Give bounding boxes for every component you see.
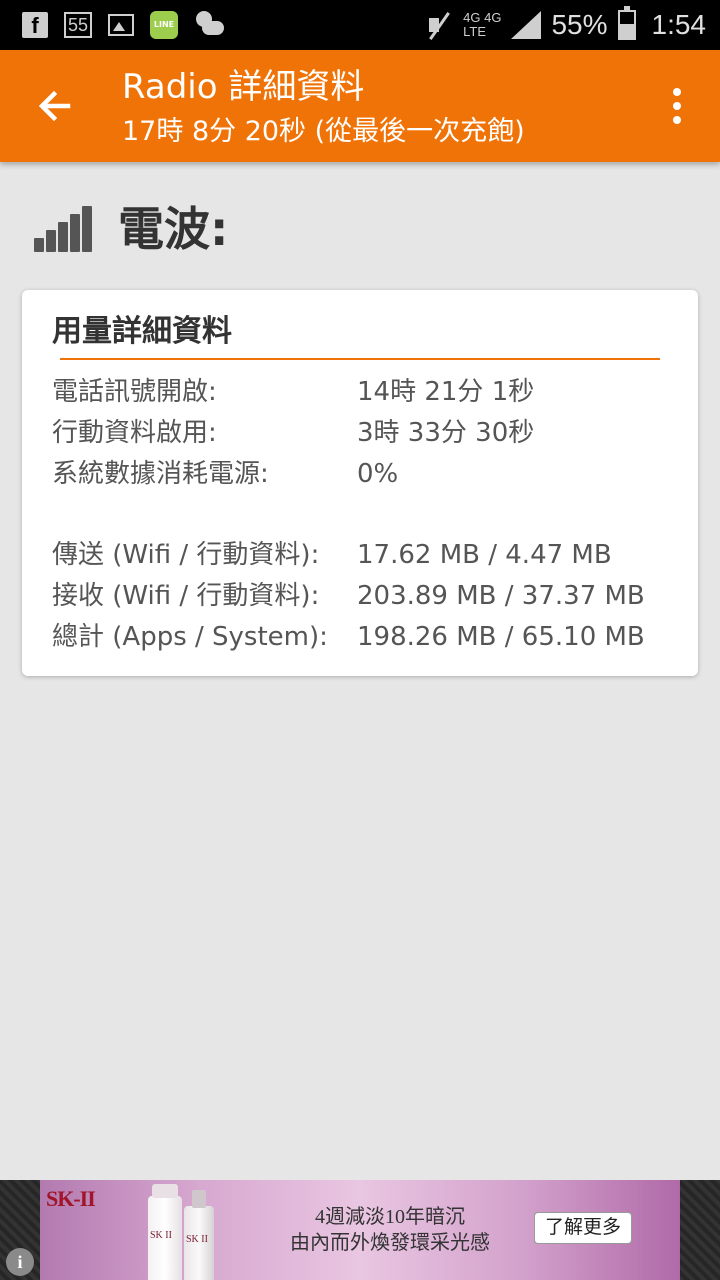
usage-row-value: 203.89 MB / 37.37 MB bbox=[357, 581, 645, 611]
usage-row: 接收 (Wifi / 行動資料): 203.89 MB / 37.37 MB bbox=[52, 576, 692, 617]
cell-signal-icon bbox=[511, 11, 542, 39]
page-title: Radio 詳細資料 bbox=[122, 67, 365, 107]
usage-row-label: 電話訊號開啟: bbox=[52, 377, 217, 407]
network-type-indicator: 4G 4G LTE bbox=[463, 11, 501, 39]
line-app-icon: LINE bbox=[150, 11, 179, 39]
signal-strength-icon bbox=[34, 206, 92, 252]
mute-icon bbox=[425, 10, 453, 40]
ad-creative[interactable]: SK-II SK II SK II 4週減淡10年暗沉 由內而外煥發環采光感 了… bbox=[40, 1180, 680, 1280]
usage-row-value: 3時 33分 30秒 bbox=[357, 418, 535, 448]
usage-row-label: 行動資料啟用: bbox=[52, 418, 217, 448]
network-type-top: 4G 4G bbox=[463, 10, 502, 25]
back-button[interactable] bbox=[30, 80, 82, 132]
ad-info-icon[interactable]: i bbox=[6, 1248, 34, 1276]
usage-row-label: 傳送 (Wifi / 行動資料): bbox=[52, 540, 320, 570]
page-subtitle: 17時 8分 20秒 (從最後一次充飽) bbox=[122, 116, 525, 147]
usage-rows: 電話訊號開啟: 14時 21分 1秒 行動資料啟用: 3時 33分 30秒 系統… bbox=[52, 372, 692, 658]
usage-row-label: 接收 (Wifi / 行動資料): bbox=[52, 581, 320, 611]
section-header: 電波: bbox=[34, 196, 228, 262]
battery-icon bbox=[617, 6, 636, 40]
status-bar-system: 4G 4G LTE 55% 1:54 bbox=[425, 0, 706, 50]
network-type-bottom: LTE bbox=[463, 24, 487, 39]
section-title: 電波: bbox=[118, 202, 229, 256]
arrow-left-icon bbox=[38, 90, 71, 122]
ad-bottle-label-small: SK II bbox=[186, 1234, 208, 1245]
usage-row: 系統數據消耗電源: 0% bbox=[52, 454, 692, 495]
usage-row-value: 14時 21分 1秒 bbox=[357, 377, 535, 407]
usage-row-label: 總計 (Apps / System): bbox=[52, 622, 328, 652]
ad-copy-line1: 4週減淡10年暗沉 bbox=[315, 1206, 465, 1228]
battery-percent: 55% bbox=[551, 9, 608, 40]
usage-row-label: 系統數據消耗電源: bbox=[52, 459, 269, 489]
image-icon bbox=[108, 14, 135, 36]
more-vertical-icon bbox=[673, 88, 681, 96]
usage-row: 總計 (Apps / System): 198.26 MB / 65.10 MB bbox=[52, 617, 692, 658]
card-divider bbox=[60, 358, 660, 360]
ad-banner[interactable]: SK-II SK II SK II 4週減淡10年暗沉 由內而外煥發環采光感 了… bbox=[0, 1180, 720, 1280]
usage-details-card: 用量詳細資料 電話訊號開啟: 14時 21分 1秒 行動資料啟用: 3時 33分… bbox=[22, 290, 698, 676]
usage-row: 電話訊號開啟: 14時 21分 1秒 bbox=[52, 372, 692, 413]
ad-product-bottle: SK II bbox=[148, 1184, 182, 1280]
usage-row-value: 17.62 MB / 4.47 MB bbox=[357, 540, 612, 570]
card-title: 用量詳細資料 bbox=[52, 314, 232, 349]
ad-learn-more-button[interactable]: 了解更多 bbox=[534, 1212, 632, 1244]
overflow-menu-button[interactable] bbox=[662, 84, 692, 128]
row-spacer bbox=[52, 495, 692, 535]
status-bar: f 55 LINE 4G 4G LTE 55% 1:54 bbox=[0, 0, 720, 50]
status-bar-notifications: f 55 LINE bbox=[22, 10, 225, 40]
facebook-icon: f bbox=[22, 12, 48, 38]
more-vertical-icon-dot bbox=[673, 102, 681, 110]
app-bar: Radio 詳細資料 17時 8分 20秒 (從最後一次充飽) bbox=[0, 50, 720, 162]
usage-row: 傳送 (Wifi / 行動資料): 17.62 MB / 4.47 MB bbox=[52, 535, 692, 576]
weather-icon bbox=[194, 11, 225, 39]
ad-copy-line2: 由內而外煥發環采光感 bbox=[290, 1232, 490, 1254]
usage-row-value: 0% bbox=[357, 459, 399, 489]
usage-row-value: 198.26 MB / 65.10 MB bbox=[357, 622, 645, 652]
notification-count-icon: 55 bbox=[64, 12, 93, 38]
clock: 1:54 bbox=[651, 9, 707, 40]
ad-product-bottle-small: SK II bbox=[184, 1190, 214, 1280]
ad-copy: 4週減淡10年暗沉 由內而外煥發環采光感 bbox=[240, 1204, 540, 1256]
ad-bottle-label: SK II bbox=[150, 1230, 172, 1241]
usage-row: 行動資料啟用: 3時 33分 30秒 bbox=[52, 413, 692, 454]
ad-brand-logo: SK-II bbox=[46, 1186, 96, 1211]
more-vertical-icon-dot bbox=[673, 116, 681, 124]
